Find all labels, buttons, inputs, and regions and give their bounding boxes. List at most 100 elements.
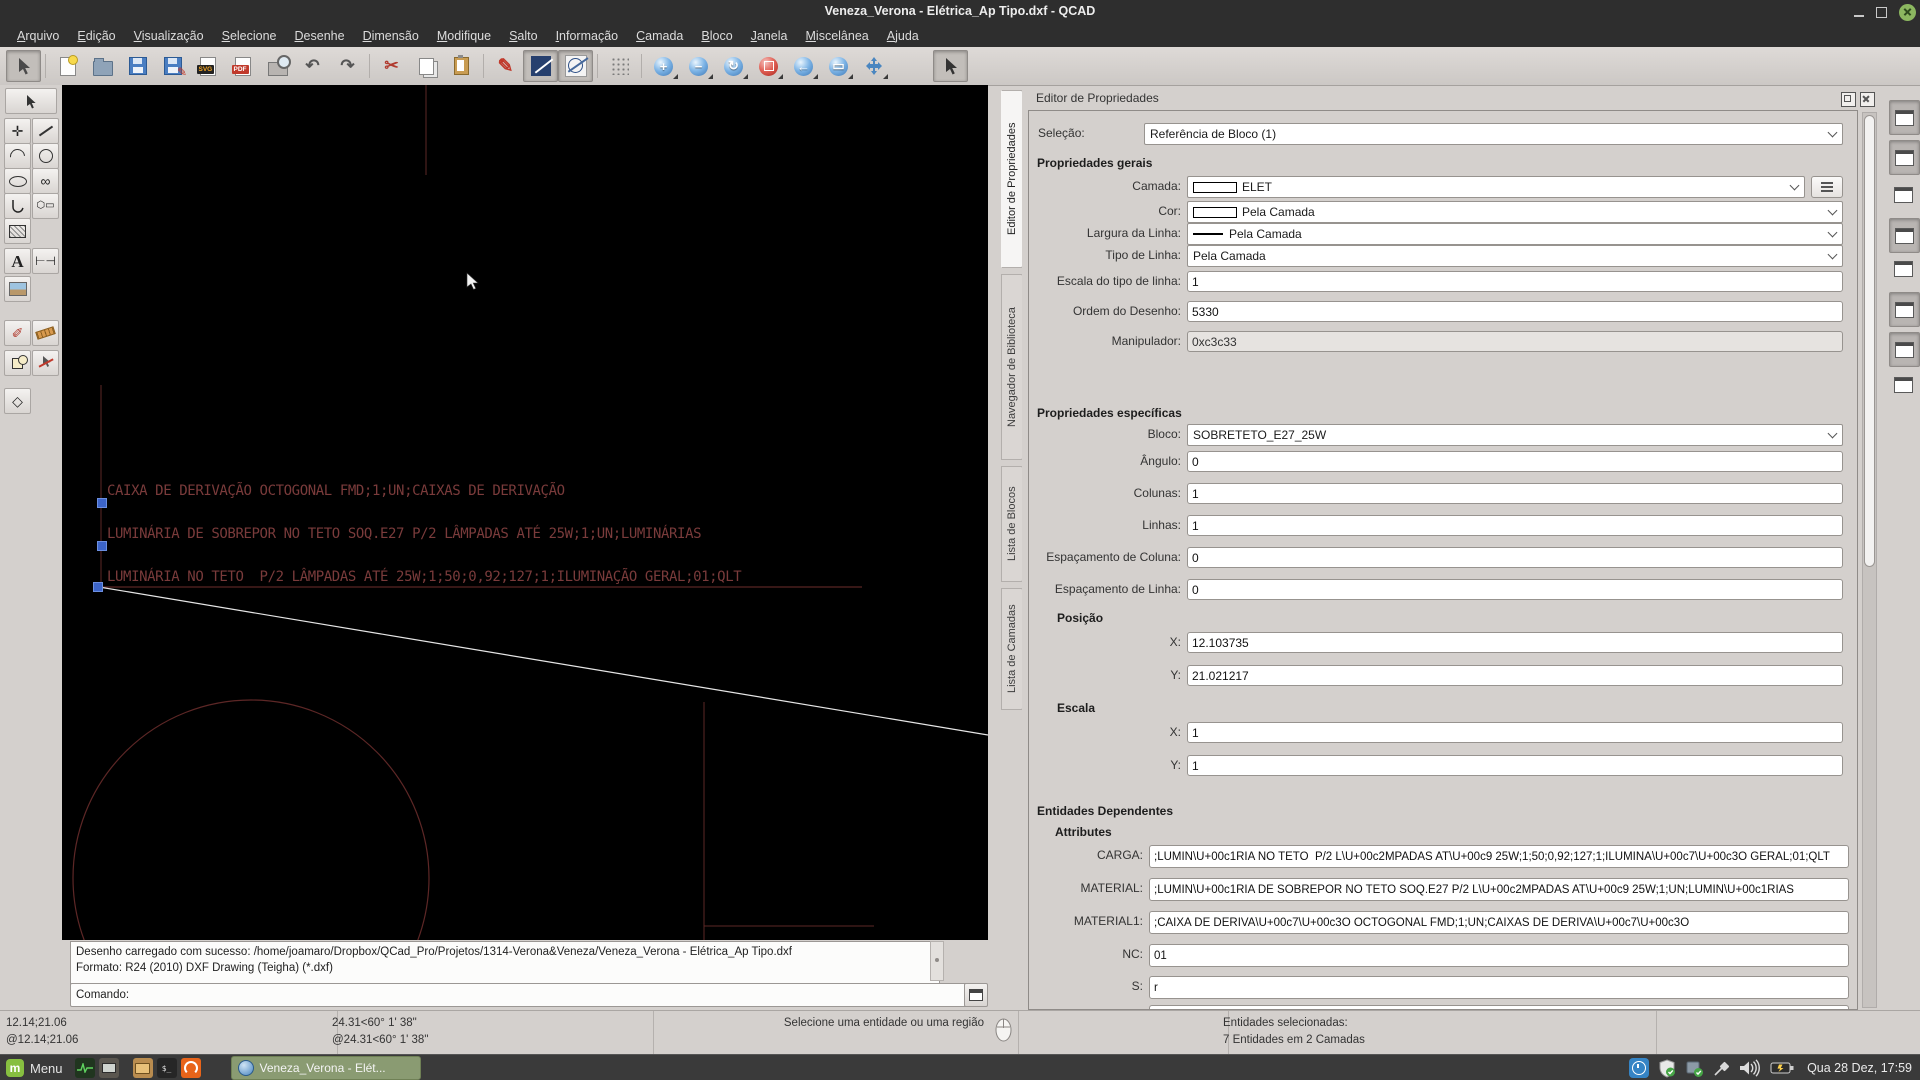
- menu-salto[interactable]: Salto: [500, 26, 547, 46]
- drawing-canvas[interactable]: CAIXA DE DERIVAÇÃO OCTOGONAL FMD;1;UN;CA…: [62, 85, 988, 940]
- material1-attribute-input[interactable]: [1149, 911, 1849, 934]
- color-combo[interactable]: Pela Camada: [1187, 201, 1843, 223]
- dropbox-sync-icon[interactable]: [1685, 1059, 1704, 1078]
- orange-app-icon[interactable]: [181, 1058, 201, 1078]
- rows-input[interactable]: [1187, 515, 1843, 536]
- tab-layer-list[interactable]: Lista de Camadas: [1001, 588, 1023, 710]
- new-file-button[interactable]: [50, 50, 85, 82]
- file-manager-icon[interactable]: [133, 1058, 153, 1078]
- taskbar-clock[interactable]: Qua 28 Dez, 17:59: [1807, 1061, 1912, 1075]
- layer-combo[interactable]: ELET: [1187, 176, 1805, 198]
- maximize-icon[interactable]: [1876, 7, 1887, 18]
- save-button[interactable]: [120, 50, 155, 82]
- dock-button-8[interactable]: [1889, 368, 1918, 401]
- position-y-input[interactable]: [1187, 665, 1843, 686]
- previous-view-button[interactable]: ←: [786, 50, 821, 82]
- circle-mode-button[interactable]: [558, 50, 593, 82]
- block-combo[interactable]: SOBRETETO_E27_25W: [1187, 424, 1843, 446]
- paste-button[interactable]: [444, 50, 479, 82]
- block-grip[interactable]: [97, 541, 107, 551]
- save-as-button[interactable]: ✎: [155, 50, 190, 82]
- shape-tool-button[interactable]: ⬡▭: [32, 193, 59, 219]
- modify-tool-button[interactable]: ✐: [4, 320, 31, 346]
- angle-input[interactable]: [1187, 451, 1843, 472]
- zoom-window-button[interactable]: ▭: [821, 50, 856, 82]
- tab-property-editor[interactable]: Editor de Propriedades: [1001, 90, 1023, 268]
- dimension-tool-button[interactable]: ⊢⊣: [32, 248, 59, 274]
- menu-dimensao[interactable]: Dimensão: [354, 26, 428, 46]
- panel-scrollbar[interactable]: [1862, 112, 1877, 1008]
- material-attribute-input[interactable]: [1149, 878, 1849, 901]
- tab-library-browser[interactable]: Navegador de Biblioteca: [1001, 274, 1023, 460]
- pointer-tool-button[interactable]: [933, 50, 968, 82]
- polyline-tool-button[interactable]: [4, 193, 31, 219]
- history-scrollbar[interactable]: [930, 941, 944, 981]
- menu-edicao[interactable]: Edição: [68, 26, 124, 46]
- menu-camada[interactable]: Camada: [627, 26, 692, 46]
- pan-button[interactable]: [856, 50, 891, 82]
- spline-tool-button[interactable]: ∞: [32, 168, 59, 194]
- s-attribute-input[interactable]: [1149, 976, 1849, 999]
- float-panel-icon[interactable]: [1841, 92, 1856, 107]
- draw-pencil-button[interactable]: ✎: [488, 50, 523, 82]
- close-icon[interactable]: [1899, 4, 1916, 21]
- scrollbar-thumb[interactable]: [1864, 115, 1875, 567]
- selection-combo[interactable]: Referência de Bloco (1): [1144, 123, 1843, 145]
- svg-export-button[interactable]: SVG: [190, 50, 225, 82]
- cad-text-entity[interactable]: LUMINÁRIA DE SOBREPOR NO TETO SOQ.E27 P/…: [107, 526, 701, 542]
- dock-button-1[interactable]: [1889, 100, 1920, 135]
- print-preview-button[interactable]: [260, 50, 295, 82]
- line-mode-button[interactable]: [523, 50, 558, 82]
- cad-text-entity[interactable]: LUMINÁRIA NO TETO P/2 LÂMPADAS ATÉ 25W;1…: [107, 569, 741, 585]
- carga-attribute-input[interactable]: [1149, 845, 1849, 868]
- nc-attribute-input[interactable]: [1149, 944, 1849, 967]
- block-grip[interactable]: [93, 582, 103, 592]
- command-input[interactable]: [129, 988, 966, 1002]
- show-desktop-icon[interactable]: [99, 1058, 119, 1078]
- zoom-out-button[interactable]: −: [681, 50, 716, 82]
- dock-button-2[interactable]: [1889, 140, 1920, 175]
- arc-tool-button[interactable]: [4, 143, 31, 169]
- menu-arquivo[interactable]: Arquivo: [8, 26, 68, 46]
- menu-miscelanea[interactable]: Miscelânea: [797, 26, 878, 46]
- dock-button-7[interactable]: [1889, 332, 1920, 367]
- image-tool-button[interactable]: [4, 276, 31, 302]
- scale-x-input[interactable]: [1187, 722, 1843, 743]
- row-spacing-input[interactable]: [1187, 579, 1843, 600]
- ellipse-tool-button[interactable]: [4, 168, 31, 194]
- undo-button[interactable]: ↶: [295, 50, 330, 82]
- menu-visualizacao[interactable]: Visualização: [125, 26, 213, 46]
- menu-bloco[interactable]: Bloco: [692, 26, 741, 46]
- scale-y-input[interactable]: [1187, 755, 1843, 776]
- hatch-tool-button[interactable]: [4, 218, 31, 244]
- dock-button-5[interactable]: [1889, 252, 1918, 285]
- menu-modifique[interactable]: Modifique: [428, 26, 500, 46]
- tab-block-list[interactable]: Lista de Blocos: [1001, 466, 1023, 582]
- column-spacing-input[interactable]: [1187, 547, 1843, 568]
- text-tool-button[interactable]: A: [4, 248, 31, 274]
- clock-applet-icon[interactable]: [1629, 1058, 1649, 1078]
- command-history[interactable]: Desenho carregado com sucesso: /home/joa…: [70, 941, 940, 985]
- minimize-icon[interactable]: [1854, 15, 1864, 17]
- menu-selecione[interactable]: Selecione: [213, 26, 286, 46]
- taskbar-window-button[interactable]: Veneza_Verona - Elét...: [231, 1056, 421, 1080]
- dock-button-6[interactable]: [1889, 292, 1920, 327]
- measure-tool-button[interactable]: [32, 320, 59, 346]
- volume-icon[interactable]: [1739, 1059, 1761, 1077]
- grid-toggle-button[interactable]: [602, 50, 637, 82]
- auto-zoom-button[interactable]: ↻: [716, 50, 751, 82]
- snap-tool-button[interactable]: [32, 350, 59, 376]
- layer-menu-button[interactable]: [1811, 176, 1843, 198]
- menu-informacao[interactable]: Informação: [547, 26, 628, 46]
- copy-button[interactable]: [409, 50, 444, 82]
- line-tool-button[interactable]: [32, 118, 59, 144]
- cut-button[interactable]: ✂: [374, 50, 409, 82]
- dock-button-3[interactable]: [1889, 178, 1918, 211]
- draw-order-input[interactable]: [1187, 301, 1843, 322]
- solid-tool-button[interactable]: ◇: [4, 388, 31, 414]
- shield-check-icon[interactable]: [1658, 1059, 1676, 1078]
- pdf-export-button[interactable]: PDF: [225, 50, 260, 82]
- back-menu-button[interactable]: [5, 88, 57, 114]
- menu-ajuda[interactable]: Ajuda: [878, 26, 928, 46]
- terminal-icon[interactable]: $_: [157, 1058, 177, 1078]
